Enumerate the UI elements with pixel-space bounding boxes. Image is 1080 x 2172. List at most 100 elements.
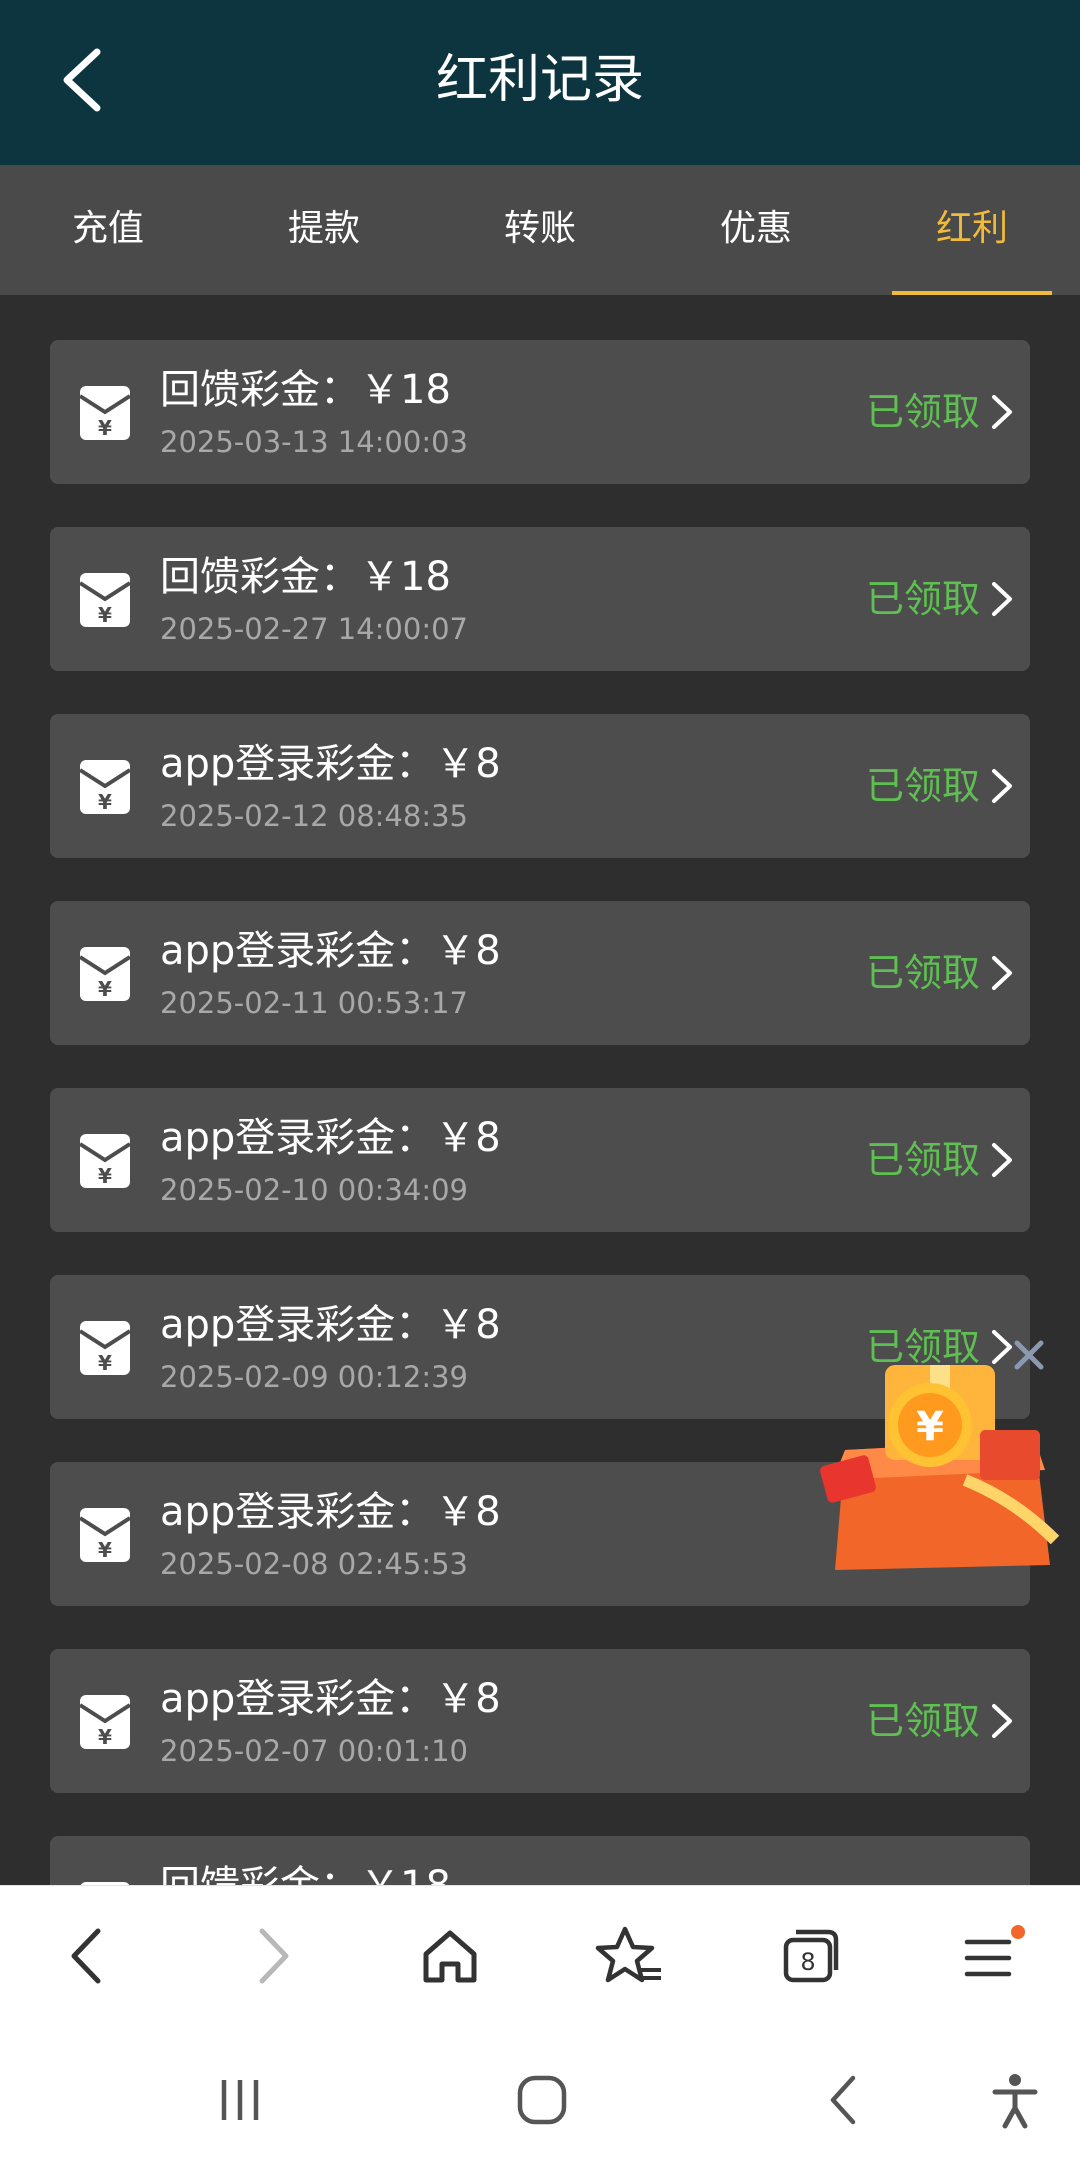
svg-text:¥: ¥ [98, 1351, 112, 1375]
svg-text:¥: ¥ [98, 790, 112, 814]
tab-transfer[interactable]: 转账 [432, 165, 648, 295]
bonus-record-row[interactable]: ¥ app登录彩金：￥8 2025-02-10 00:34:09 已领取 [50, 1088, 1030, 1232]
active-tab-indicator [892, 291, 1052, 295]
record-time: 2025-02-12 08:48:35 [160, 799, 468, 833]
recent-apps-button[interactable] [195, 2060, 285, 2140]
tab-label: 转账 [503, 208, 576, 249]
record-status: 已领取 [865, 390, 980, 434]
accessibility-button[interactable] [970, 2060, 1060, 2140]
record-name: app登录彩金：￥8 [160, 1489, 501, 1535]
record-status: 已领取 [865, 1699, 980, 1743]
record-time: 2025-03-13 14:00:03 [160, 425, 468, 459]
svg-text:¥: ¥ [916, 1404, 944, 1450]
tabs-button[interactable]: 8 [760, 1906, 860, 2006]
tab-deposit[interactable]: 充值 [0, 165, 216, 295]
svg-text:¥: ¥ [98, 603, 112, 627]
accessibility-icon [992, 2074, 1038, 2129]
bonus-record-list: ¥ 回馈彩金：￥18 2025-03-13 14:00:03 已领取 ¥ 回馈彩金：￥18… [50, 340, 1030, 1885]
bonus-record-row[interactable]: ¥ 回馈彩金：￥18 2025-03-13 14:00:03 已领取 [50, 340, 1030, 484]
red-envelope-icon: ¥ [78, 1695, 132, 1749]
tab-label: 红利 [935, 208, 1008, 249]
row-chevron [989, 1140, 1015, 1180]
browser-forward-icon [259, 1928, 289, 1984]
record-time: 2025-02-11 00:53:17 [160, 986, 468, 1020]
record-status: 已领取 [865, 1138, 980, 1182]
svg-text:¥: ¥ [98, 416, 112, 440]
browser-toolbar: 8 [0, 1885, 1080, 2030]
envelope-icon-wrap: ¥ [78, 1693, 132, 1751]
browser-home-button[interactable] [400, 1906, 500, 2006]
row-chevron [989, 392, 1015, 432]
record-name: app登录彩金：￥8 [160, 741, 501, 787]
app-header: 红利记录 [0, 0, 1080, 165]
record-name: app登录彩金：￥8 [160, 928, 501, 974]
record-name: app登录彩金：￥8 [160, 1115, 501, 1161]
home-icon [423, 1930, 477, 1983]
tab-withdraw[interactable]: 提款 [216, 165, 432, 295]
record-name: 回馈彩金：￥18 [160, 554, 451, 600]
browser-back-button[interactable] [38, 1906, 138, 2006]
svg-text:¥: ¥ [98, 977, 112, 1001]
tab-count: 8 [800, 1948, 815, 1976]
bonus-record-row[interactable]: ¥ 回馈彩金：￥18 2025-02-27 14:00:07 已领取 [50, 527, 1030, 671]
svg-text:¥: ¥ [98, 1725, 112, 1749]
red-envelope-icon: ¥ [78, 1508, 132, 1562]
record-status: 已领取 [865, 951, 980, 995]
record-name: 回馈彩金：￥18 [160, 1858, 451, 1885]
system-back-icon [830, 2075, 856, 2125]
chevron-right-icon [992, 395, 1012, 429]
bonus-record-row[interactable]: ¥ app登录彩金：￥8 2025-02-07 00:01:10 已领取 [50, 1649, 1030, 1793]
bookmark-star-icon [595, 1926, 661, 1983]
close-icon [1014, 1340, 1044, 1370]
record-time: 2025-02-10 00:34:09 [160, 1173, 468, 1207]
recent-apps-icon [221, 2080, 259, 2120]
gift-close-button[interactable] [1007, 1333, 1051, 1377]
tab-label: 提款 [287, 208, 360, 249]
browser-back-icon [71, 1928, 101, 1984]
browser-menu-button[interactable] [940, 1906, 1040, 2006]
record-status: 已领取 [865, 577, 980, 621]
row-chevron [989, 1701, 1015, 1741]
envelope-icon-wrap: ¥ [78, 1319, 132, 1377]
bookmarks-button[interactable] [580, 1906, 680, 2006]
bonus-record-row[interactable]: ¥回馈彩金：￥18 [50, 1836, 1030, 1885]
chevron-right-icon [992, 1143, 1012, 1177]
chevron-right-icon [992, 1704, 1012, 1738]
record-name: app登录彩金：￥8 [160, 1676, 501, 1722]
envelope-icon-wrap: ¥ [78, 1506, 132, 1564]
menu-icon [964, 1925, 1025, 1977]
svg-text:¥: ¥ [98, 1538, 112, 1562]
row-chevron [989, 579, 1015, 619]
system-back-button[interactable] [800, 2060, 890, 2140]
envelope-icon-wrap: ¥ [78, 571, 132, 629]
record-name: 回馈彩金：￥18 [160, 367, 451, 413]
record-name: app登录彩金：￥8 [160, 1302, 501, 1348]
record-time: 2025-02-08 02:45:53 [160, 1547, 468, 1581]
red-envelope-icon: ¥ [78, 1134, 132, 1188]
bonus-record-row[interactable]: ¥ app登录彩金：￥8 2025-02-11 00:53:17 已领取 [50, 901, 1030, 1045]
row-chevron [989, 953, 1015, 993]
record-time: 2025-02-09 00:12:39 [160, 1360, 468, 1394]
browser-forward-button[interactable] [222, 1906, 322, 2006]
bonus-record-row[interactable]: ¥ app登录彩金：￥8 2025-02-12 08:48:35 已领取 [50, 714, 1030, 858]
chevron-right-icon [992, 769, 1012, 803]
chevron-right-icon [992, 582, 1012, 616]
chevron-right-icon [992, 956, 1012, 990]
home-nav-button[interactable] [497, 2060, 587, 2140]
envelope-icon-wrap: ¥ [78, 1132, 132, 1190]
record-time: 2025-02-07 00:01:10 [160, 1734, 468, 1768]
page-title: 红利记录 [435, 50, 644, 110]
tab-bonus[interactable]: 红利 [864, 165, 1080, 295]
record-status: 已领取 [865, 764, 980, 808]
tab-label: 充值 [71, 208, 144, 249]
red-envelope-icon: ¥ [78, 573, 132, 627]
tab-label: 优惠 [719, 208, 792, 249]
red-envelope-icon: ¥ [78, 386, 132, 440]
system-navigation-bar [0, 2030, 1080, 2172]
svg-text:¥: ¥ [98, 1164, 112, 1188]
envelope-icon-wrap: ¥ [78, 758, 132, 816]
red-envelope-icon: ¥ [78, 1321, 132, 1375]
red-envelope-icon: ¥ [78, 947, 132, 1001]
tab-promotion[interactable]: 优惠 [648, 165, 864, 295]
envelope-icon-wrap: ¥ [78, 384, 132, 442]
